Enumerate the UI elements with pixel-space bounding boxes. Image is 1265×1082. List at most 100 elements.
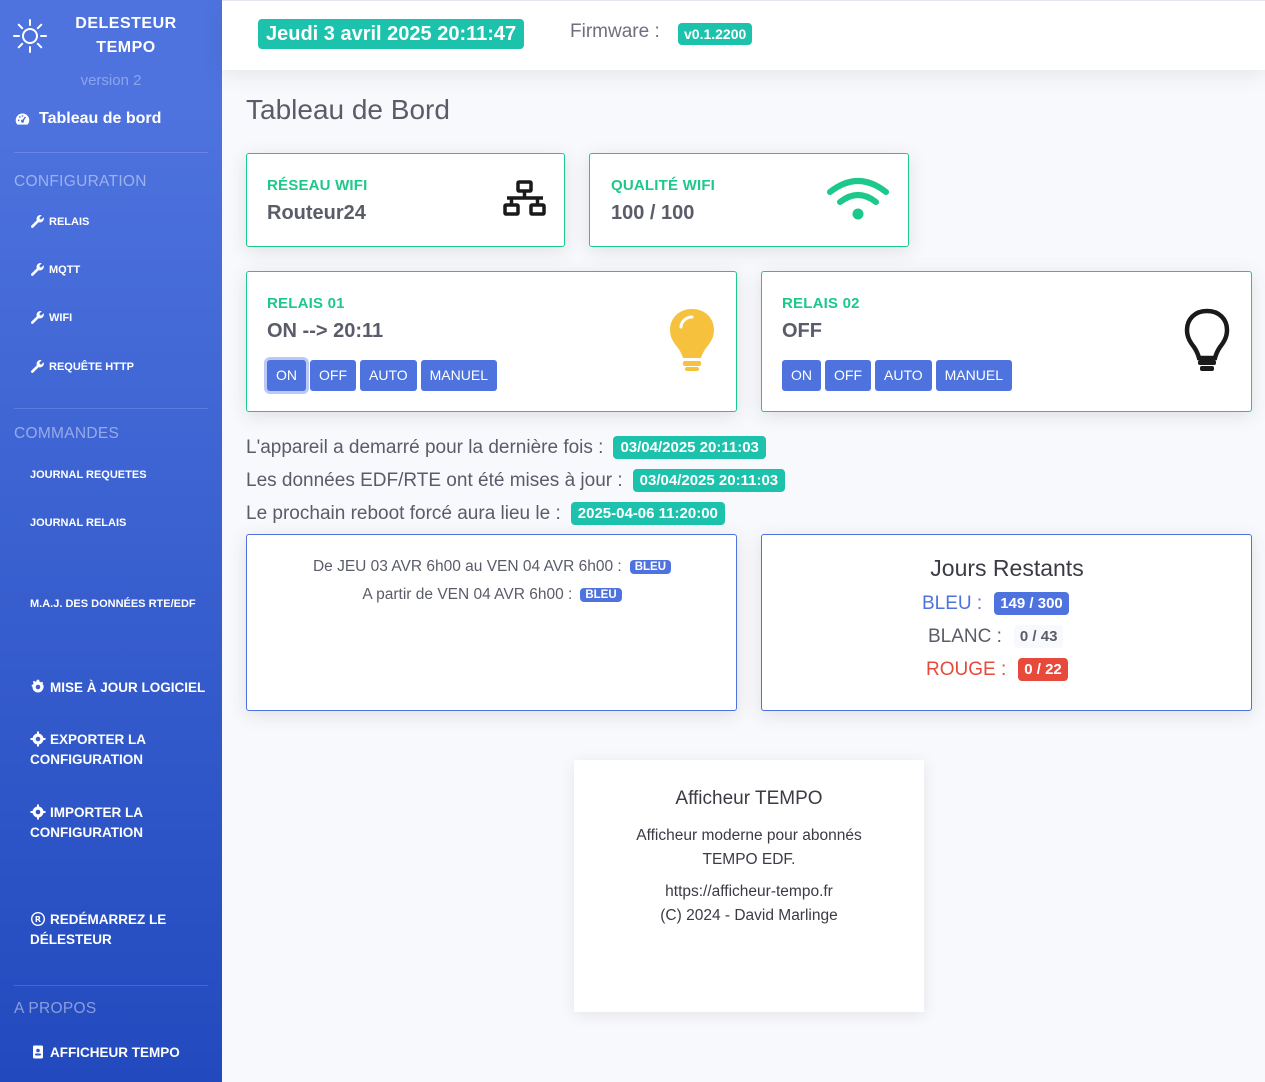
relay1-buttons: ON OFF AUTO MANUEL: [267, 360, 497, 391]
nav-requete-http[interactable]: REQUÊTE HTTP: [30, 359, 134, 374]
wrench-icon: [31, 360, 44, 373]
nav-wifi-label: WIFI: [49, 311, 73, 324]
id-card-icon: [33, 1045, 43, 1059]
tempo-today-text: De JEU 03 AVR 6h00 au VEN 04 AVR 6h00 :: [312, 558, 622, 575]
brand-line-1: DELESTEUR: [75, 15, 177, 32]
nav-maj-donnees[interactable]: M.A.J. DES DONNÉES RTE/EDF: [30, 598, 196, 610]
about-description: Afficheur moderne pour abonnés TEMPO EDF…: [636, 827, 862, 868]
remaining-rouge-row: ROUGE : 0 / 22: [926, 658, 1068, 681]
sidebar-divider: [14, 408, 208, 409]
brand-line-2: TEMPO: [96, 39, 156, 56]
relay1-off-button[interactable]: OFF: [310, 360, 356, 391]
nav-wifi[interactable]: WIFI: [30, 310, 72, 325]
relay1-label: RELAIS 01: [267, 295, 345, 312]
wifi-quality-label: QUALITÉ WIFI: [611, 177, 716, 194]
wrench-icon: [31, 215, 44, 228]
tempo-today-line: De JEU 03 AVR 6h00 au VEN 04 AVR 6h00 : B…: [247, 558, 737, 576]
wifi-network-card: RÉSEAU WIFI Routeur24: [246, 153, 565, 247]
sidebar-divider: [14, 152, 208, 153]
cog-icon: [30, 804, 46, 820]
info-last-boot-text: L'appareil a demarré pour la dernière fo…: [246, 436, 604, 458]
section-a-propos: A PROPOS: [14, 1000, 97, 1017]
relay2-on-button[interactable]: ON: [782, 360, 821, 391]
wrench-icon: [31, 263, 44, 276]
nav-mqtt-label: MQTT: [49, 263, 81, 276]
about-card: Afficheur TEMPO Afficheur moderne pour a…: [574, 760, 924, 1012]
relay2-off-button[interactable]: OFF: [825, 360, 871, 391]
relay1-state: ON --> 20:11: [267, 320, 384, 342]
firmware-label: Firmware :: [570, 21, 660, 42]
about-copyright: (C) 2024 - David Marlinge: [660, 907, 838, 924]
info-next-reboot: Le prochain reboot forcé aura lieu le : …: [246, 502, 725, 525]
remaining-bleu-row: BLEU : 149 / 300: [922, 592, 1069, 615]
sidebar-brand[interactable]: DELESTEUR TEMPO: [0, 0, 222, 70]
info-data-update-badge: 03/04/2025 20:11:03: [632, 469, 786, 492]
gauge-icon: [15, 113, 30, 125]
version-label: version 2: [80, 72, 142, 89]
nav-exporter-label: EXPORTER LA CONFIGURATION: [30, 732, 146, 767]
tempo-tomorrow-text: A partir de VEN 04 AVR 6h00 :: [362, 586, 573, 603]
nav-relais[interactable]: RELAIS: [30, 214, 89, 229]
nav-maj-logiciel[interactable]: MISE À JOUR LOGICIEL: [30, 678, 212, 698]
nav-requete-http-label: REQUÊTE HTTP: [49, 360, 134, 373]
nav-afficheur-tempo[interactable]: AFFICHEUR TEMPO: [30, 1043, 212, 1063]
nav-maj-logiciel-label: MISE À JOUR LOGICIEL: [50, 680, 206, 695]
nav-exporter[interactable]: EXPORTER LA CONFIGURATION: [30, 730, 212, 770]
nav-journal-relais[interactable]: JOURNAL RELAIS: [30, 517, 126, 529]
nav-journal-requetes[interactable]: JOURNAL REQUETES: [30, 469, 147, 481]
wrench-icon: [31, 311, 44, 324]
nav-dashboard[interactable]: Tableau de bord: [14, 110, 161, 128]
tempo-today-badge: BLEU: [629, 560, 672, 574]
info-next-reboot-text: Le prochain reboot forcé aura lieu le :: [246, 502, 561, 524]
sun-icon: [13, 19, 47, 53]
tempo-colors-card: De JEU 03 AVR 6h00 au VEN 04 AVR 6h00 : B…: [246, 534, 737, 711]
svg-text:R: R: [35, 915, 41, 924]
remaining-blanc-badge: 0 / 43: [1013, 625, 1064, 648]
info-data-update-text: Les données EDF/RTE ont été mises à jour…: [246, 469, 623, 491]
nav-mqtt[interactable]: MQTT: [30, 262, 80, 277]
remaining-blanc-row: BLANC : 0 / 43: [928, 625, 1064, 648]
info-last-boot: L'appareil a demarré pour la dernière fo…: [246, 436, 766, 459]
wifi-quality-card: QUALITÉ WIFI 100 / 100: [589, 153, 909, 247]
remaining-days-title: Jours Restants: [930, 555, 1084, 581]
brand-title: DELESTEUR TEMPO: [58, 12, 194, 60]
wifi-icon: [827, 178, 889, 220]
about-title: Afficheur TEMPO: [675, 788, 823, 809]
topbar: Jeudi 3 avril 2025 20:11:47 Firmware : v…: [222, 0, 1265, 70]
cog-icon: [30, 731, 46, 747]
page-title: Tableau de Bord: [246, 94, 450, 125]
relay2-manuel-button[interactable]: MANUEL: [935, 360, 1012, 391]
info-next-reboot-badge: 2025-04-06 11:20:00: [570, 502, 725, 525]
wifi-network-value: Routeur24: [267, 202, 366, 224]
datetime-badge: Jeudi 3 avril 2025 20:11:47: [258, 19, 525, 49]
network-icon: [503, 180, 546, 216]
relay1-manuel-button[interactable]: MANUEL: [420, 360, 497, 391]
lightbulb-off-icon: [1184, 308, 1230, 371]
relay2-buttons: ON OFF AUTO MANUEL: [782, 360, 1012, 391]
relay1-auto-button[interactable]: AUTO: [360, 360, 417, 391]
cog-icon: [31, 679, 45, 693]
remaining-bleu-label: BLEU :: [922, 592, 983, 614]
restart-icon: R: [30, 911, 46, 927]
nav-relais-label: RELAIS: [49, 215, 90, 228]
about-url[interactable]: https://afficheur-tempo.fr: [614, 880, 884, 904]
relay1-on-button[interactable]: ON: [267, 360, 306, 391]
firmware-version-badge: v0.1.2200: [678, 23, 753, 45]
section-configuration: CONFIGURATION: [14, 173, 147, 190]
nav-afficheur-label: AFFICHEUR TEMPO: [50, 1045, 180, 1060]
relay2-auto-button[interactable]: AUTO: [875, 360, 932, 391]
section-commandes: COMMANDES: [14, 425, 120, 442]
info-data-update: Les données EDF/RTE ont été mises à jour…: [246, 469, 786, 492]
nav-redemarrer[interactable]: R REDÉMARREZ LE DÉLESTEUR: [30, 910, 212, 950]
lightbulb-on-icon: [670, 309, 714, 371]
wifi-quality-value: 100 / 100: [611, 202, 695, 224]
sidebar-divider: [14, 985, 208, 986]
nav-redemarrer-label: REDÉMARREZ LE DÉLESTEUR: [30, 912, 167, 947]
remaining-rouge-badge: 0 / 22: [1018, 658, 1068, 681]
remaining-blanc-label: BLANC :: [928, 625, 1002, 647]
tempo-tomorrow-badge: BLEU: [580, 588, 622, 602]
sidebar: DELESTEUR TEMPO version 2 Tableau de bor…: [0, 0, 222, 1082]
remaining-rouge-label: ROUGE :: [926, 658, 1007, 680]
tempo-tomorrow-line: A partir de VEN 04 AVR 6h00 : BLEU: [247, 586, 737, 604]
nav-importer[interactable]: IMPORTER LA CONFIGURATION: [30, 803, 212, 843]
